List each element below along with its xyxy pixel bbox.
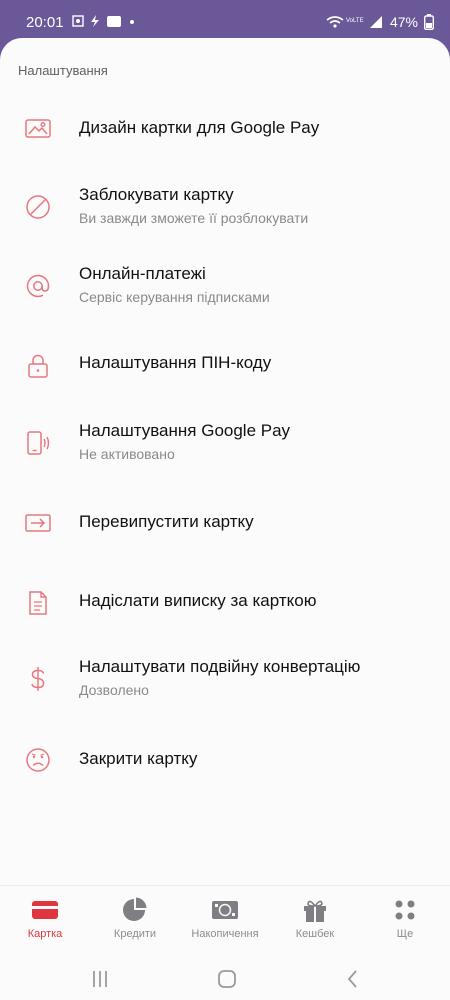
menu-item-google-pay-settings[interactable]: Налаштування Google Pay Не активовано (0, 419, 450, 479)
cash-icon (212, 901, 238, 919)
home-icon[interactable] (214, 966, 240, 992)
menu-item-subtitle: Ви завжди зможете її розблокувати (79, 210, 309, 226)
menu-item-title: Налаштування Google Pay (79, 421, 291, 440)
menu-item-pin-settings[interactable]: Налаштування ПІН-коду (0, 350, 450, 410)
tab-label: Кешбек (295, 928, 335, 940)
menu-item-title: Налаштування ПІН-коду (79, 353, 272, 372)
block-icon (24, 193, 52, 221)
menu-item-double-conversion[interactable]: Налаштувати подвійну конвертацію Дозволе… (0, 655, 450, 715)
document-icon (24, 589, 52, 617)
card-reissue-icon (24, 509, 52, 537)
gift-icon (304, 900, 326, 922)
menu-item-title: Налаштувати подвійну конвертацію (79, 657, 361, 676)
tab-savings[interactable]: Накопичення (185, 896, 265, 940)
battery-percent: 47% (389, 14, 418, 30)
menu-item-title: Заблокувати картку (79, 185, 234, 204)
dollar-icon (24, 665, 52, 693)
menu-item-subtitle: Не активовано (79, 446, 175, 462)
battery-icon (424, 14, 434, 30)
back-icon[interactable] (340, 966, 366, 992)
svg-text:VoLTE: VoLTE (346, 18, 364, 24)
notification-glyphs-icon (72, 15, 134, 27)
menu-item-reissue-card[interactable]: Перевипустити картку (0, 508, 450, 568)
system-nav-bar (0, 948, 450, 1000)
menu-item-title: Закрити картку (79, 749, 198, 768)
tab-label: Кредити (113, 928, 157, 940)
image-icon (24, 115, 52, 143)
menu-item-send-statement[interactable]: Надіслати виписку за карткою (0, 587, 450, 647)
status-time: 20:01 (26, 14, 64, 31)
tab-label: Ще (396, 928, 414, 940)
menu-item-subtitle: Сервіс керування підписками (79, 289, 270, 305)
tab-more[interactable]: Ще (365, 896, 445, 940)
status-right: VoLTE 47% (326, 14, 434, 30)
menu-item-title: Онлайн-платежі (79, 264, 206, 283)
card-icon (32, 901, 58, 919)
menu-item-subtitle: Дозволено (79, 682, 149, 698)
notification-icons (72, 14, 158, 31)
tab-cashback[interactable]: Кешбек (275, 896, 355, 940)
menu-item-online-payments[interactable]: Онлайн-платежі Сервіс керування підписка… (0, 262, 450, 322)
menu-item-google-pay-design[interactable]: Дизайн картки для Google Pay (0, 112, 450, 172)
at-icon (24, 272, 52, 300)
menu-item-block-card[interactable]: Заблокувати картку Ви завжди зможете її … (0, 183, 450, 243)
status-bar: 20:01 VoLTE 47% (0, 0, 450, 40)
tab-card[interactable]: Картка (5, 896, 85, 940)
settings-sheet: Налаштування Дизайн картки для Google Pa… (0, 38, 450, 1000)
tab-credits[interactable]: Кредити (95, 896, 175, 940)
phone-nfc-icon (24, 429, 52, 457)
menu-item-title: Надіслати виписку за карткою (79, 591, 317, 610)
pie-chart-icon (123, 897, 147, 921)
menu-item-title: Дизайн картки для Google Pay (79, 118, 320, 137)
menu-item-title: Перевипустити картку (79, 512, 254, 531)
tab-label: Картка (27, 928, 63, 940)
grid-dots-icon (395, 900, 415, 920)
menu-item-close-card[interactable]: Закрити картку (0, 744, 450, 804)
bottom-tab-bar: Картка Кредити Накопичення Кешбек Ще (0, 885, 450, 948)
tab-label: Накопичення (191, 928, 259, 940)
sad-face-icon (24, 746, 52, 774)
recent-apps-icon[interactable] (87, 966, 113, 992)
signal-wifi-icon: VoLTE (326, 16, 382, 28)
lock-icon (24, 352, 52, 380)
section-title: Налаштування (18, 63, 108, 78)
